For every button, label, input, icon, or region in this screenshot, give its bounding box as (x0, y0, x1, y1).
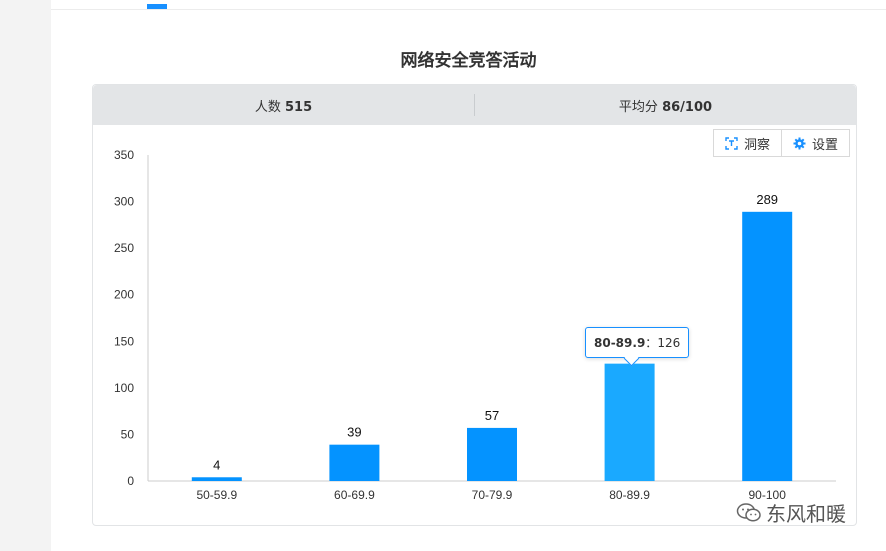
chart-tooltip: 80-89.9：126 (585, 327, 690, 358)
bar-value-label: 289 (756, 192, 778, 207)
bar-value-label: 4 (213, 457, 220, 472)
wechat-icon (736, 502, 762, 524)
bar-value-label: 39 (347, 425, 361, 440)
watermark-text: 东风和暖 (766, 502, 846, 526)
y-tick-label: 200 (114, 288, 134, 302)
bar (467, 427, 517, 481)
x-tick-label: 70-79.9 (472, 488, 513, 502)
y-tick-label: 150 (114, 334, 134, 348)
y-tick-label: 250 (114, 241, 134, 255)
bar (742, 211, 793, 481)
y-tick-label: 350 (114, 148, 134, 162)
tooltip-value: 126 (657, 336, 681, 350)
watermark: 东风和暖 (736, 498, 846, 527)
y-tick-label: 100 (114, 381, 134, 395)
bar (191, 477, 242, 481)
tooltip-separator: ： (645, 336, 658, 350)
x-tick-label: 80-89.9 (609, 488, 650, 502)
score-distribution-chart: 0 50 100 150 200 250 300 350 4 50-59.9 39 60-69.9 57… (114, 148, 836, 502)
bar (329, 444, 380, 481)
y-tick-label: 50 (121, 427, 135, 441)
tooltip-category: 80-89.9 (594, 336, 646, 350)
y-tick-label: 300 (114, 195, 134, 209)
x-tick-label: 50-59.9 (196, 488, 237, 502)
bar-value-label: 57 (485, 408, 499, 423)
y-tick-label: 0 (127, 474, 134, 488)
x-tick-label: 60-69.9 (334, 488, 375, 502)
bar (604, 363, 655, 481)
